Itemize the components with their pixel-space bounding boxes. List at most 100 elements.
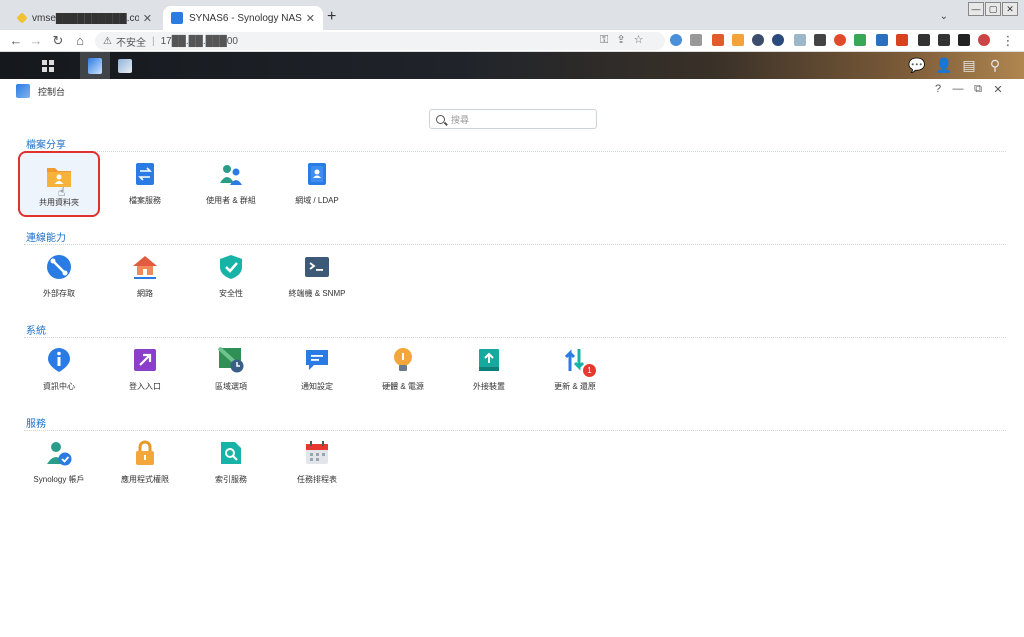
search-icon[interactable]: ⚲ — [986, 57, 1004, 75]
login-portal-item[interactable]: 登入入口 — [104, 337, 186, 403]
avatar[interactable] — [978, 34, 990, 46]
minimize-button[interactable]: — — [948, 83, 968, 96]
minimize-button[interactable]: — — [968, 2, 984, 16]
item-label: 應用程式權限 — [121, 475, 169, 484]
extension-icon[interactable] — [732, 34, 744, 46]
extension-icon[interactable] — [918, 34, 930, 46]
browser-toolbar: ← → ↻ ⌂ ⚠ 不安全 | 17██.██.███00 ⚿⇪☆ ⋮ — [0, 30, 1024, 52]
info-center-item[interactable]: 資訊中心 — [18, 337, 100, 403]
extension-icon[interactable] — [896, 34, 908, 46]
tab-title: SYNAS6 - Synology NAS — [189, 12, 302, 24]
terminal-item[interactable]: 終端機 & SNMP — [276, 244, 358, 310]
dsm-taskbar: 💬 👤 ▤ ⚲ — [0, 52, 1024, 79]
extension-icon[interactable] — [876, 34, 888, 46]
section-title: 服務 — [26, 419, 46, 430]
maximize-button[interactable]: ▢ — [985, 2, 1001, 16]
chat-icon[interactable]: 💬 — [908, 57, 926, 75]
control-panel-taskbar-button[interactable] — [80, 52, 110, 79]
extension-icon[interactable] — [690, 34, 702, 46]
warning-icon: ⚠ — [103, 35, 112, 47]
app-privileges-item[interactable]: 應用程式權限 — [104, 430, 186, 496]
package-center-taskbar-button[interactable] — [110, 52, 140, 79]
window-controls: ? — ⧉ ✕ — [928, 83, 1008, 96]
extension-icon[interactable] — [814, 34, 826, 46]
separator: | — [151, 35, 155, 47]
synology-account-item[interactable]: Synology 帳戶 — [18, 430, 100, 496]
control-panel-window: 控制台 ? — ⧉ ✕ 搜尋 檔案分享 共用資料夾 檔案服務 使用者 & 群組 — [6, 79, 1018, 631]
browser-tab-bar: vmse██████████.com.tw - VM ✕ SYNAS6 - Sy… — [0, 0, 1024, 30]
omnibox-action-icons[interactable]: ⚿⇪☆ — [600, 33, 651, 47]
control-panel-icon — [16, 84, 30, 98]
browser-tab-synology[interactable]: SYNAS6 - Synology NAS ✕ — [163, 6, 323, 30]
close-tab-icon[interactable]: ✕ — [306, 12, 315, 25]
item-label: 終端機 & SNMP — [288, 289, 346, 298]
tab-search-icon[interactable]: ⌄ — [940, 11, 948, 22]
puzzle-icon[interactable] — [938, 34, 950, 46]
main-menu-button[interactable] — [33, 52, 63, 79]
extension-icon[interactable] — [712, 34, 724, 46]
search-input[interactable]: 搜尋 — [429, 109, 597, 129]
grid-icon — [42, 59, 54, 72]
update-restore-item[interactable]: 1 更新 & 還原 — [534, 337, 616, 403]
item-label: 任務排程表 — [297, 475, 337, 484]
hardware-power-icon — [390, 347, 416, 373]
hand-cursor-icon: ☝ — [58, 185, 66, 199]
file-services-item[interactable]: 檔案服務 — [104, 151, 186, 217]
item-label: 外部存取 — [43, 289, 75, 298]
domain-ldap-icon — [304, 161, 330, 187]
close-button[interactable]: ✕ — [988, 83, 1008, 96]
new-tab-button[interactable]: + — [327, 8, 336, 26]
extension-icon[interactable] — [752, 34, 764, 46]
info-center-icon — [46, 347, 72, 373]
item-label: 登入入口 — [129, 382, 161, 391]
item-label: 通知設定 — [301, 382, 333, 391]
window-title: 控制台 — [38, 86, 66, 97]
notification-item[interactable]: 通知設定 — [276, 337, 358, 403]
hardware-power-item[interactable]: 硬體 & 電源 — [362, 337, 444, 403]
item-label: 檔案服務 — [129, 196, 161, 205]
extension-icon[interactable] — [794, 34, 806, 46]
item-label: 網路 — [137, 289, 153, 298]
external-devices-item[interactable]: 外接裝置 — [448, 337, 530, 403]
user-group-item[interactable]: 使用者 & 群組 — [190, 151, 272, 217]
back-arrow-icon[interactable]: ← — [8, 33, 24, 48]
extension-icon[interactable] — [772, 34, 784, 46]
regional-options-item[interactable]: 區域選項 — [190, 337, 272, 403]
restore-button[interactable]: ⧉ — [968, 83, 988, 96]
extension-icon[interactable] — [834, 34, 846, 46]
window-controls: — ▢ ✕ — [967, 2, 1018, 16]
help-button[interactable]: ? — [928, 83, 948, 96]
update-restore-icon: 1 — [562, 347, 596, 377]
reload-icon[interactable]: ↻ — [50, 33, 66, 49]
widgets-icon[interactable]: ▤ — [960, 57, 978, 75]
synology-account-icon — [46, 440, 72, 466]
task-scheduler-item[interactable]: 任務排程表 — [276, 430, 358, 496]
shared-folder-item[interactable]: 共用資料夾 — [18, 151, 100, 217]
search-icon — [436, 114, 445, 124]
domain-ldap-item[interactable]: 網域 / LDAP — [276, 151, 358, 217]
extension-icon[interactable] — [670, 34, 682, 46]
url-text: 17██.██.███00 — [160, 35, 238, 47]
user-icon[interactable]: 👤 — [935, 57, 953, 75]
menu-icon[interactable]: ⋮ — [1000, 33, 1016, 49]
home-icon[interactable]: ⌂ — [72, 33, 88, 48]
network-item[interactable]: 網路 — [104, 244, 186, 310]
external-access-item[interactable]: 外部存取 — [18, 244, 100, 310]
browser-tab-vm[interactable]: vmse██████████.com.tw - VM ✕ — [10, 6, 160, 30]
item-label: 使用者 & 群組 — [206, 196, 256, 205]
external-devices-icon — [476, 347, 502, 373]
sidebar-icon[interactable] — [958, 34, 970, 46]
user-group-icon — [218, 161, 244, 187]
item-label: 更新 & 還原 — [554, 382, 596, 391]
close-tab-icon[interactable]: ✕ — [143, 12, 152, 25]
address-bar[interactable]: ⚠ 不安全 | 17██.██.███00 — [95, 32, 665, 50]
security-item[interactable]: 安全性 — [190, 244, 272, 310]
extension-icon[interactable] — [854, 34, 866, 46]
external-access-icon — [46, 254, 72, 280]
indexing-service-item[interactable]: 索引服務 — [190, 430, 272, 496]
forward-arrow-icon[interactable]: → — [28, 33, 44, 48]
network-icon — [132, 254, 158, 280]
update-badge: 1 — [583, 364, 596, 377]
item-label: 區域選項 — [215, 382, 247, 391]
close-window-button[interactable]: ✕ — [1002, 2, 1018, 16]
